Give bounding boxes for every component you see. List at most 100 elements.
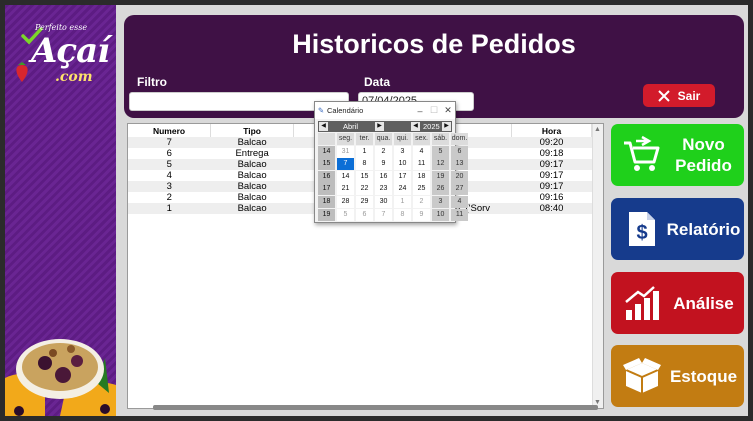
calendar-day[interactable]: 11 bbox=[413, 158, 430, 171]
calendar-day[interactable]: 17 bbox=[394, 170, 411, 183]
cell-hora: 09:17 bbox=[539, 170, 564, 181]
scroll-up-icon[interactable]: ▲ bbox=[594, 126, 601, 133]
column-header-hora[interactable]: Hora bbox=[511, 124, 592, 137]
calendar-day[interactable]: 5 bbox=[432, 145, 449, 158]
cell-tipo: Balcao bbox=[210, 203, 294, 214]
calendar-nav: ◀ Abril ▶ ◀ 2025 ▶ bbox=[318, 121, 452, 132]
calendar-year: 2025 bbox=[423, 122, 440, 131]
maximize-icon[interactable]: ☐ bbox=[427, 105, 441, 116]
svg-text:$: $ bbox=[636, 222, 647, 244]
calendar-day[interactable]: 31 bbox=[337, 145, 354, 158]
calendar-day[interactable]: 30 bbox=[375, 196, 392, 208]
column-header-numero[interactable]: Numero bbox=[128, 124, 212, 137]
sair-button[interactable]: Sair bbox=[643, 84, 715, 107]
data-label: Data bbox=[364, 75, 391, 89]
cell-hora: 08:40 bbox=[511, 203, 592, 214]
novo-pedido-line2: Pedido bbox=[675, 156, 732, 175]
cell-tipo: Balcao bbox=[237, 170, 267, 181]
calendar-day[interactable]: 9 bbox=[413, 208, 430, 221]
logo-word: Açaí bbox=[31, 31, 110, 71]
calendar-day[interactable]: 4 bbox=[451, 196, 468, 208]
calendar-day[interactable]: 21 bbox=[337, 183, 354, 196]
cell-tipo: Balcao bbox=[210, 137, 294, 148]
calendar-day[interactable]: 1 bbox=[394, 196, 411, 208]
calendar-day[interactable]: 10 bbox=[432, 208, 449, 221]
table-horizontal-scrollbar[interactable] bbox=[153, 405, 598, 410]
window-frame: Perfeito esse Açaí .com Historicos de Pe… bbox=[0, 0, 753, 421]
table-vertical-scrollbar[interactable]: ▲ ▼ bbox=[592, 124, 603, 408]
prev-year-icon[interactable]: ◀ bbox=[411, 122, 420, 131]
novo-pedido-line1: Novo bbox=[682, 135, 725, 154]
analise-button[interactable]: Análise bbox=[611, 272, 744, 334]
calendar-day[interactable]: 3 bbox=[394, 145, 411, 158]
calendar-day[interactable]: 28 bbox=[337, 196, 354, 208]
calendar-day[interactable]: 29 bbox=[356, 196, 373, 208]
cell-numero: 6 bbox=[166, 148, 172, 159]
cell-numero: 3 bbox=[128, 181, 211, 192]
calendar-popup[interactable]: ✎ Calendário – ☐ ✕ ◀ Abril ▶ ◀ 2025 ▶ se… bbox=[314, 101, 468, 223]
calendar-titlebar[interactable]: ✎ Calendário – ☐ ✕ bbox=[315, 102, 455, 119]
cell-numero: 1 bbox=[128, 203, 211, 214]
bar-chart-icon bbox=[621, 282, 663, 324]
calendar-day[interactable]: 7 bbox=[375, 208, 392, 221]
calendar-week-number: 14 bbox=[318, 145, 335, 158]
analise-label: Análise bbox=[673, 293, 734, 313]
novo-pedido-label: Novo Pedido bbox=[663, 134, 744, 176]
prev-month-icon[interactable]: ◀ bbox=[319, 122, 328, 131]
minimize-icon[interactable]: – bbox=[413, 106, 427, 116]
calendar-day[interactable]: 16 bbox=[375, 170, 392, 183]
calendar-day[interactable]: 1 bbox=[356, 145, 373, 158]
cell-numero: 7 bbox=[128, 137, 211, 148]
box-icon bbox=[621, 355, 663, 397]
cell-numero: 4 bbox=[166, 170, 172, 181]
page-title: Historicos de Pedidos bbox=[292, 29, 576, 59]
calendar-day[interactable]: 2 bbox=[413, 196, 430, 208]
calendar-day[interactable]: 23 bbox=[375, 183, 392, 196]
calendar-day[interactable]: 6 bbox=[451, 145, 468, 158]
calendar-day[interactable]: 19 bbox=[432, 170, 449, 183]
calendar-day[interactable]: 5 bbox=[337, 208, 354, 221]
calendar-day[interactable]: 18 bbox=[413, 170, 430, 183]
calendar-day[interactable]: 3 bbox=[432, 196, 449, 208]
calendar-day[interactable]: 15 bbox=[356, 170, 373, 183]
cell-hora: 09:16 bbox=[539, 192, 564, 203]
novo-pedido-button[interactable]: Novo Pedido bbox=[611, 124, 744, 186]
calendar-day[interactable]: 25 bbox=[413, 183, 430, 196]
logo-suffix: .com bbox=[55, 69, 93, 85]
cell-numero: 5 bbox=[128, 159, 211, 170]
calendar-day[interactable]: 24 bbox=[394, 183, 411, 196]
relatorio-label: Relatório bbox=[666, 219, 741, 239]
calendar-day[interactable]: 6 bbox=[356, 208, 373, 221]
calendar-day[interactable]: 20 bbox=[451, 170, 468, 183]
calendar-day[interactable]: 26 bbox=[432, 183, 449, 196]
relatorio-button[interactable]: $ Relatório bbox=[611, 198, 744, 260]
calendar-day[interactable]: 4 bbox=[413, 145, 430, 158]
calendar-day[interactable]: 12 bbox=[432, 158, 449, 171]
calendar-day[interactable]: 9 bbox=[375, 158, 392, 171]
calendar-day[interactable]: 7 bbox=[337, 158, 354, 171]
sair-label: Sair bbox=[677, 88, 701, 103]
estoque-button[interactable]: Estoque bbox=[611, 345, 744, 407]
calendar-day[interactable]: 10 bbox=[394, 158, 411, 171]
feather-icon: ✎ bbox=[317, 106, 325, 115]
column-header-tipo[interactable]: Tipo bbox=[210, 124, 295, 137]
calendar-day[interactable]: 22 bbox=[356, 183, 373, 196]
close-icon[interactable]: ✕ bbox=[441, 105, 455, 116]
calendar-day[interactable]: 8 bbox=[356, 158, 373, 171]
next-month-icon[interactable]: ▶ bbox=[375, 122, 384, 131]
cell-hora: 09:17 bbox=[511, 159, 592, 170]
strawberry-icon bbox=[16, 62, 28, 82]
calendar-day[interactable]: 27 bbox=[451, 183, 468, 196]
cell-tipo: Balcao bbox=[237, 192, 267, 203]
calendar-day[interactable]: 13 bbox=[451, 158, 468, 171]
calendar-day[interactable]: 14 bbox=[337, 170, 354, 183]
calendar-day[interactable]: 8 bbox=[394, 208, 411, 221]
calendar-weekday-header: sex. bbox=[413, 133, 430, 145]
calendar-day[interactable]: 2 bbox=[375, 145, 392, 158]
document-dollar-icon: $ bbox=[621, 208, 663, 250]
acai-bowl-image bbox=[5, 339, 116, 416]
calendar-day[interactable]: 11 bbox=[451, 208, 468, 221]
calendar-week-number: 16 bbox=[318, 170, 335, 183]
calendar-weekday-header: dom. bbox=[451, 133, 468, 145]
next-year-icon[interactable]: ▶ bbox=[442, 122, 451, 131]
